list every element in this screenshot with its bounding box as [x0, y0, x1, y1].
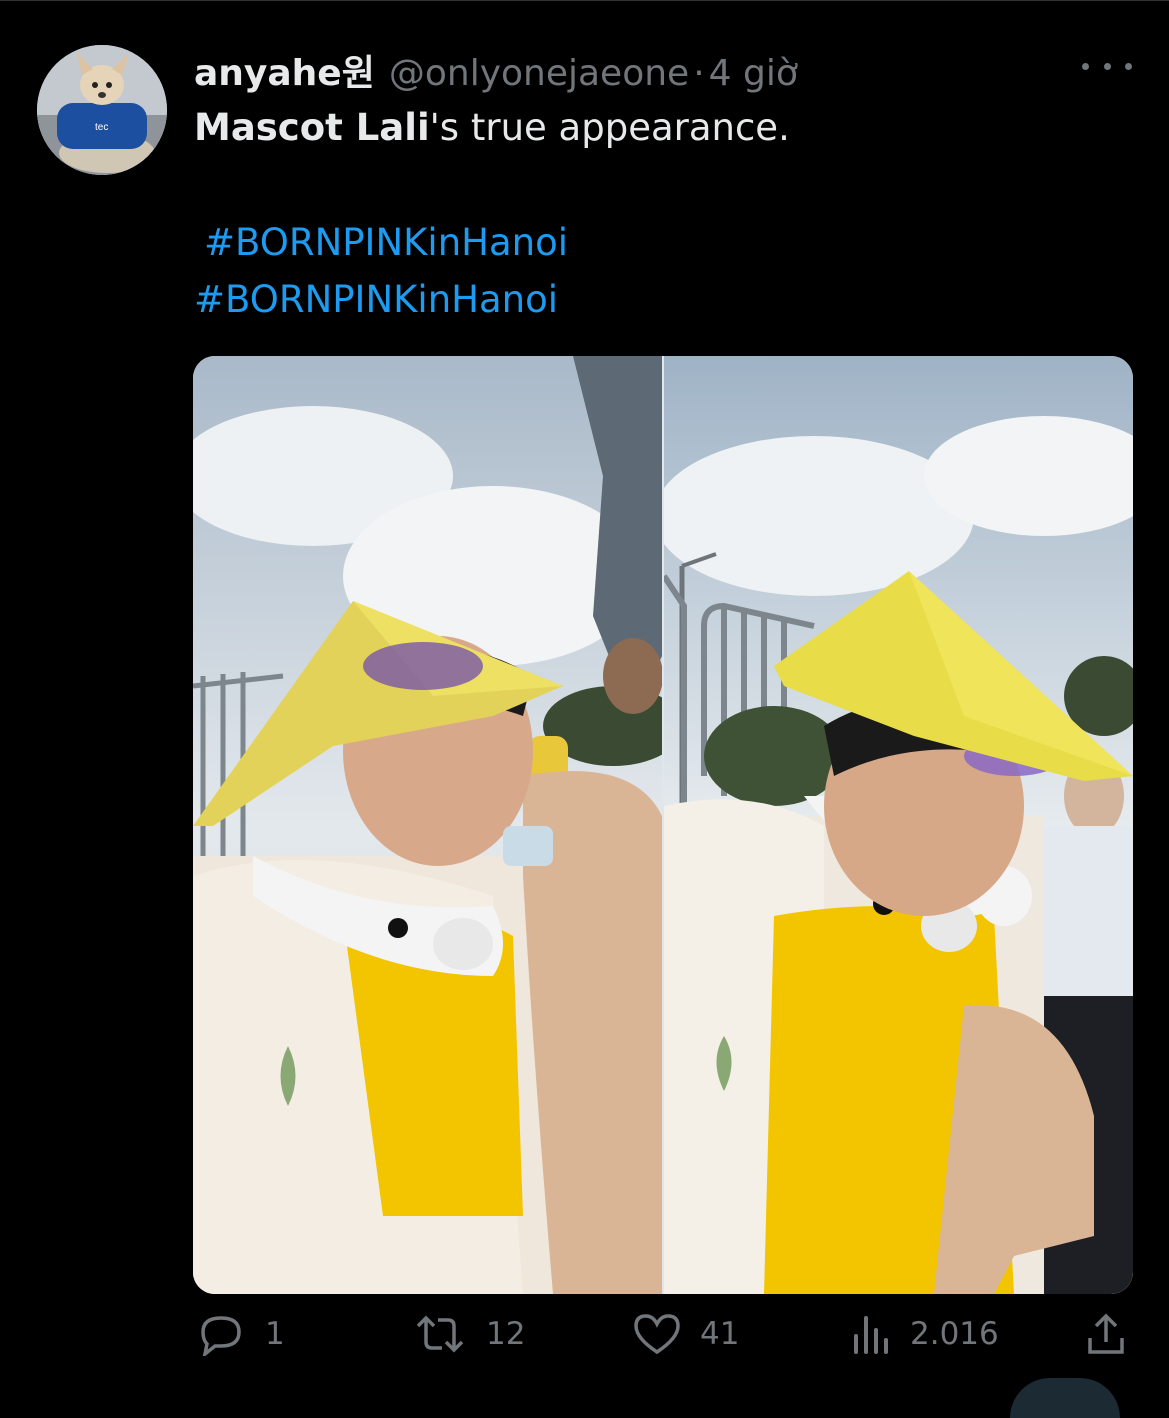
views-button[interactable]: 2.016 — [850, 1311, 999, 1357]
share-button[interactable] — [1084, 1311, 1128, 1357]
heart-icon — [634, 1314, 680, 1355]
photo-right[interactable] — [664, 356, 1133, 1294]
avatar[interactable]: tec — [37, 45, 167, 175]
user-handle[interactable]: @onlyonejaeone — [389, 53, 689, 94]
reply-count: 1 — [265, 1316, 285, 1352]
hashtag-link[interactable]: #BORNPINKinHanoi — [204, 219, 568, 267]
retweet-icon — [416, 1315, 464, 1353]
reply-button[interactable]: 1 — [195, 1311, 285, 1357]
more-icon[interactable] — [1082, 48, 1132, 84]
reply-icon — [201, 1316, 241, 1356]
tweet-text: Mascot Lali's true appearance. — [194, 104, 790, 152]
action-bar: 1 12 41 2.016 — [0, 1295, 1169, 1389]
tweet-time[interactable]: 4 giờ — [709, 53, 798, 94]
photo-left[interactable] — [193, 356, 662, 1294]
tweet-text-rest: 's true appearance. — [429, 106, 790, 149]
tweet-header: anyahe원 @onlyonejaeone · 4 giờ — [194, 44, 798, 94]
hashtag-link[interactable]: #BORNPINKinHanoi — [194, 276, 558, 324]
tweet-media[interactable] — [193, 356, 1133, 1294]
like-count: 41 — [700, 1316, 740, 1352]
retweet-count: 12 — [486, 1316, 526, 1352]
svg-text:tec: tec — [95, 122, 108, 133]
views-count: 2.016 — [910, 1316, 999, 1352]
tweet-text-bold: Mascot Lali — [194, 106, 430, 149]
views-icon — [854, 1316, 888, 1354]
top-divider — [0, 0, 1169, 1]
share-icon — [1088, 1313, 1124, 1354]
separator-dot: · — [693, 53, 705, 94]
display-name[interactable]: anyahe원 — [194, 44, 375, 96]
retweet-button[interactable]: 12 — [412, 1311, 525, 1357]
like-button[interactable]: 41 — [632, 1311, 739, 1357]
